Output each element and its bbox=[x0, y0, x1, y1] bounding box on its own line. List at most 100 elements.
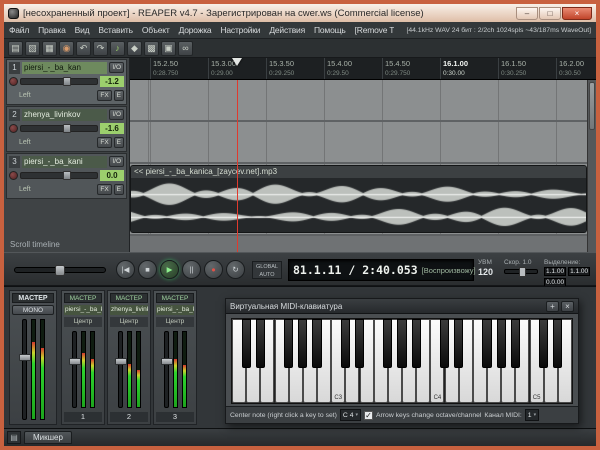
mixer-strip[interactable]: МАСТЕР piersi_-_ba_ka Центр 1 bbox=[61, 290, 105, 425]
mixer-strip[interactable]: МАСТЕР piersi_-_ba_k Центр 3 bbox=[153, 290, 197, 425]
midi-channel-select[interactable]: 1▾ bbox=[525, 409, 539, 421]
timeline-ruler[interactable]: 15.2.50 0:28.750 15.3.00 0:29.00 15.3.50… bbox=[130, 58, 596, 80]
pan-control[interactable]: Центр bbox=[110, 317, 148, 327]
track-io-button[interactable]: I/O bbox=[109, 156, 124, 167]
snap-toggle-icon[interactable]: ◆ bbox=[127, 41, 142, 56]
track-io-button[interactable]: I/O bbox=[109, 62, 124, 73]
master-strip[interactable]: МАСТЕР MONO bbox=[9, 290, 57, 425]
repeat-button[interactable]: ↻ bbox=[226, 260, 245, 279]
stop-button[interactable]: ■ bbox=[138, 260, 157, 279]
master-volume-fader[interactable] bbox=[22, 319, 27, 420]
undo-icon[interactable]: ↶ bbox=[76, 41, 91, 56]
record-button[interactable]: ● bbox=[204, 260, 223, 279]
piano-black-key[interactable] bbox=[284, 319, 293, 368]
open-project-icon[interactable]: ▧ bbox=[25, 41, 40, 56]
menu-item-remove-track-selection[interactable]: [Remove Track Selection] bbox=[355, 25, 394, 35]
record-arm-button[interactable] bbox=[9, 171, 18, 180]
route-button[interactable]: МАСТЕР bbox=[110, 293, 148, 303]
redo-icon[interactable]: ↷ bbox=[93, 41, 108, 56]
track-volume-fader[interactable] bbox=[20, 172, 98, 179]
track-name[interactable]: piersi_-_ba_kani bbox=[22, 156, 107, 168]
render-icon[interactable]: ◉ bbox=[59, 41, 74, 56]
piano-black-key[interactable] bbox=[312, 319, 321, 368]
track-io-button[interactable]: I/O bbox=[109, 109, 124, 120]
maximize-button[interactable]: □ bbox=[539, 7, 561, 20]
fader-cap[interactable] bbox=[63, 77, 71, 86]
position-display[interactable]: 81.1.11 / 2:40.053 [Воспроизвожу] bbox=[288, 259, 474, 281]
menu-item-edit[interactable]: Правка bbox=[38, 25, 66, 35]
track-fx-button[interactable]: FX bbox=[97, 137, 111, 148]
track-name[interactable]: piersi_-_ba_kan bbox=[22, 62, 107, 74]
bpm-value[interactable]: 120 bbox=[478, 267, 502, 277]
fader-cap[interactable] bbox=[19, 354, 31, 361]
play-cursor-marker[interactable] bbox=[232, 58, 242, 66]
menu-item-view[interactable]: Вид bbox=[75, 25, 90, 35]
piano-black-key[interactable] bbox=[482, 319, 491, 368]
transport-slider[interactable] bbox=[14, 267, 106, 273]
record-arm-button[interactable] bbox=[9, 77, 18, 86]
track-panel[interactable]: 1 piersi_-_ba_kan I/O -1.2 Left FX E bbox=[6, 59, 127, 105]
vertical-scrollbar[interactable] bbox=[587, 80, 596, 252]
piano-black-key[interactable] bbox=[412, 319, 421, 368]
mixer-tab[interactable]: Микшер bbox=[24, 431, 72, 444]
track-volume-fader[interactable] bbox=[20, 125, 98, 132]
track-panel[interactable]: 2 zhenya_livinkov I/O -1.6 Left FX E bbox=[6, 106, 127, 152]
fader-cap[interactable] bbox=[63, 171, 71, 180]
piano-black-key[interactable] bbox=[539, 319, 548, 368]
route-button[interactable]: МАСТЕР bbox=[64, 293, 102, 303]
track-lane-1[interactable] bbox=[130, 80, 596, 122]
piano-keyboard[interactable]: C3C4C5 bbox=[231, 318, 573, 404]
track-name[interactable]: zhenya_livinkov bbox=[22, 109, 107, 121]
piano-black-key[interactable] bbox=[298, 319, 307, 368]
piano-black-key[interactable] bbox=[497, 319, 506, 368]
fader-cap[interactable] bbox=[115, 358, 127, 365]
transport-slider-thumb[interactable] bbox=[55, 265, 65, 276]
rate-slider[interactable] bbox=[504, 269, 538, 274]
track-envelope-button[interactable]: E bbox=[114, 90, 124, 101]
crossfade-icon[interactable]: ∞ bbox=[178, 41, 193, 56]
piano-black-key[interactable] bbox=[242, 319, 251, 368]
volume-fader[interactable] bbox=[164, 331, 169, 408]
mixer-track-name[interactable]: piersi_-_ba_k bbox=[156, 305, 194, 315]
midi-window-titlebar[interactable]: Виртуальная MIDI-клавиатура + × bbox=[226, 299, 578, 314]
pause-button[interactable]: || bbox=[182, 260, 201, 279]
route-button[interactable]: МАСТЕР bbox=[156, 293, 194, 303]
menu-item-file[interactable]: Файл bbox=[9, 25, 29, 35]
metronome-icon[interactable]: ♪ bbox=[110, 41, 125, 56]
menu-item-item[interactable]: Объект bbox=[142, 25, 170, 35]
track-fx-button[interactable]: FX bbox=[97, 184, 111, 195]
track-volume-fader[interactable] bbox=[20, 78, 98, 85]
center-note-select[interactable]: C 4▾ bbox=[340, 409, 361, 421]
menu-item-options[interactable]: Настройки bbox=[220, 25, 260, 35]
titlebar[interactable]: [несохраненный проект] - REAPER v4.7 - З… bbox=[4, 4, 596, 22]
vertical-scrollbar-thumb[interactable] bbox=[589, 82, 595, 130]
mixer-track-name[interactable]: piersi_-_ba_ka bbox=[64, 305, 102, 315]
menu-item-actions[interactable]: Действия bbox=[269, 25, 305, 35]
arrange-area[interactable]: << piersi_-_ba_kanica_[zaycev.net].mp3 bbox=[130, 80, 596, 252]
volume-fader[interactable] bbox=[72, 331, 77, 408]
volume-fader[interactable] bbox=[118, 331, 123, 408]
arrow-keys-checkbox[interactable]: ✓ bbox=[364, 411, 373, 420]
rate-value[interactable]: 1.0 bbox=[522, 259, 531, 266]
piano-black-key[interactable] bbox=[383, 319, 392, 368]
menu-item-insert[interactable]: Вставить bbox=[98, 25, 132, 35]
piano-black-key[interactable] bbox=[256, 319, 265, 368]
piano-black-key[interactable] bbox=[454, 319, 463, 368]
track-panel[interactable]: 3 piersi_-_ba_kani I/O 0.0 Left FX E bbox=[6, 153, 127, 199]
menu-item-track[interactable]: Дорожка bbox=[179, 25, 212, 35]
piano-black-key[interactable] bbox=[440, 319, 449, 368]
piano-black-key[interactable] bbox=[355, 319, 364, 368]
play-button[interactable]: ▶ bbox=[160, 260, 179, 279]
midi-close-icon[interactable]: × bbox=[561, 301, 574, 312]
close-button[interactable]: × bbox=[562, 7, 592, 20]
mono-button[interactable]: MONO bbox=[12, 305, 54, 315]
track-envelope-button[interactable]: E bbox=[114, 137, 124, 148]
media-item[interactable]: << piersi_-_ba_kanica_[zaycev.net].mp3 bbox=[130, 165, 587, 233]
fader-cap[interactable] bbox=[161, 358, 173, 365]
fader-cap[interactable] bbox=[63, 124, 71, 133]
grid-settings-icon[interactable]: ▩ bbox=[144, 41, 159, 56]
track-fx-button[interactable]: FX bbox=[97, 90, 111, 101]
piano-black-key[interactable] bbox=[511, 319, 520, 368]
rate-slider-thumb[interactable] bbox=[519, 267, 526, 277]
pan-control[interactable]: Центр bbox=[64, 317, 102, 327]
